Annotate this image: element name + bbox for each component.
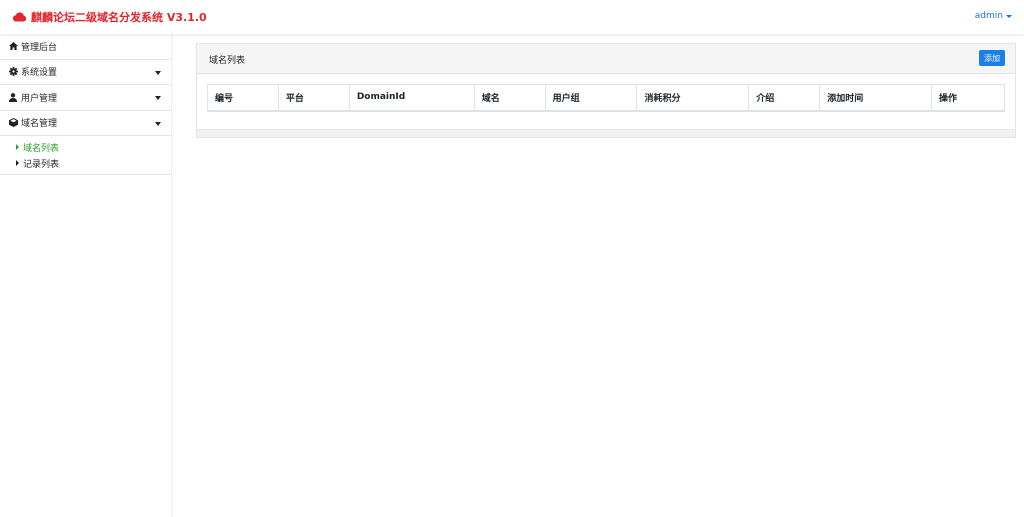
caret-down-icon	[155, 96, 161, 100]
gear-icon	[8, 67, 18, 77]
sidebar-item-label: 域名管理	[21, 119, 58, 130]
caret-down-icon	[155, 121, 161, 126]
cloud-icon	[12, 12, 27, 22]
column-header[interactable]: 编号	[207, 84, 279, 112]
column-header[interactable]: 操作	[931, 84, 1005, 112]
caret-right-icon	[16, 160, 19, 166]
username: admin	[974, 11, 1003, 21]
sidebar: 管理后台 系统设置 用户管理 域名管理 域名列表 记录列表	[0, 34, 172, 517]
sidebar-item-label: 用户管理	[21, 93, 58, 104]
table-header-row: 编号 平台 DomainId 域名 用户组 消耗积分 介绍 添加时间 操作	[207, 84, 1005, 112]
column-header[interactable]: DomainId	[348, 84, 475, 112]
column-header[interactable]: 平台	[277, 84, 350, 112]
sidebar-item-label: 系统设置	[21, 68, 58, 79]
caret-down-icon	[155, 70, 161, 75]
column-header[interactable]: 添加时间	[819, 84, 933, 112]
chevron-down-icon	[1006, 14, 1012, 18]
column-header[interactable]: 域名	[473, 84, 546, 112]
submenu-item-label: 记录列表	[23, 159, 60, 170]
card-footer	[197, 129, 1015, 137]
sidebar-item-label: 管理后台	[21, 42, 58, 53]
sidebar-item-users[interactable]: 用户管理	[0, 85, 171, 111]
sidebar-item-dashboard[interactable]: 管理后台	[0, 34, 171, 60]
home-icon	[8, 41, 18, 51]
card-header: 域名列表 添加	[197, 44, 1015, 74]
submenu-item-domain-list[interactable]: 域名列表	[16, 139, 171, 155]
sidebar-item-domains[interactable]: 域名管理	[0, 111, 171, 136]
submenu-item-record-list[interactable]: 记录列表	[16, 155, 171, 171]
brand[interactable]: 麒麟论坛二级域名分发系统 V3.1.0	[12, 9, 207, 25]
cube-icon	[8, 118, 18, 128]
add-button[interactable]: 添加	[979, 50, 1005, 66]
card-title: 域名列表	[209, 56, 246, 66]
top-navbar: 麒麟论坛二级域名分发系统 V3.1.0 admin	[0, 0, 1024, 34]
submenu-item-label: 域名列表	[23, 143, 60, 154]
user-menu[interactable]: admin	[975, 11, 1012, 21]
user-icon	[8, 92, 18, 102]
column-header[interactable]: 介绍	[748, 84, 821, 112]
sidebar-item-settings[interactable]: 系统设置	[0, 60, 171, 85]
domain-list-card: 域名列表 添加 编号 平台 DomainId 域名 用户组 消耗积分 介绍 添加…	[196, 43, 1016, 138]
column-header[interactable]: 用户组	[544, 84, 638, 112]
domain-table: 编号 平台 DomainId 域名 用户组 消耗积分 介绍 添加时间 操作	[207, 84, 1005, 112]
app-title: 麒麟论坛二级域名分发系统 V3.1.0	[31, 11, 207, 24]
column-header[interactable]: 消耗积分	[636, 84, 750, 112]
caret-right-icon	[16, 144, 19, 150]
domain-submenu: 域名列表 记录列表	[0, 136, 171, 175]
